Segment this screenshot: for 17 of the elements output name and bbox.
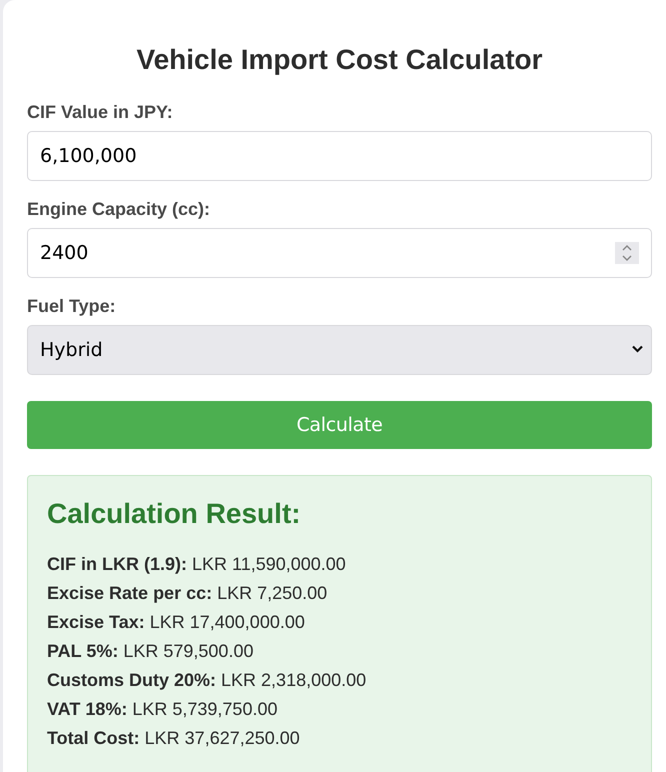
result-line: Total Cost: LKR 37,627,250.00 xyxy=(47,727,301,750)
result-line: CIF in LKR (1.9): LKR 11,590,000.00 xyxy=(47,553,347,576)
field-label: Fuel Type: xyxy=(27,295,117,318)
result-line: Excise Rate per cc: LKR 7,250.00 xyxy=(47,582,328,605)
result-line: Excise Tax: LKR 17,400,000.00 xyxy=(47,611,306,634)
result-heading: Calculation Result: xyxy=(47,497,302,531)
result-line: VAT 18%: LKR 5,739,750.00 xyxy=(47,698,278,721)
page-title: Vehicle Import Cost Calculator xyxy=(135,43,544,77)
cif-value-field[interactable]: 6,100,000 xyxy=(27,131,652,181)
field-label: Engine Capacity (cc): xyxy=(27,198,212,221)
engine-capacity-field[interactable]: 2400 xyxy=(27,228,652,278)
result-line: PAL 5%: LKR 579,500.00 xyxy=(47,640,254,663)
fuel-type-select[interactable]: Hybrid xyxy=(27,325,652,375)
spinner-arrows-icon[interactable] xyxy=(615,242,639,264)
result-line: Customs Duty 20%: LKR 2,318,000.00 xyxy=(47,669,368,692)
chevron-down-icon xyxy=(632,345,643,353)
field-label: CIF Value in JPY: xyxy=(27,101,174,124)
